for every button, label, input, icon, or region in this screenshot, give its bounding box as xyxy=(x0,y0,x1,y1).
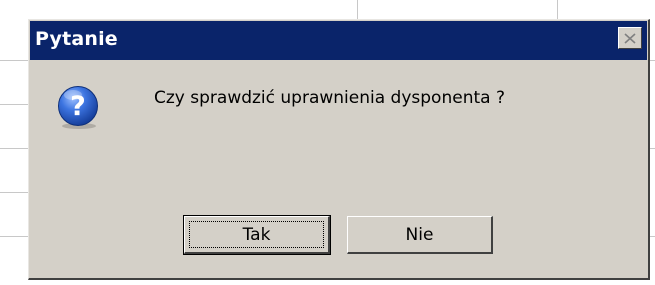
question-dialog: Pytanie ? Czy sprawdzić uprawnienia dysp… xyxy=(28,19,650,280)
no-button-label: Nie xyxy=(405,224,434,245)
dialog-message: Czy sprawdzić uprawnienia dysponenta ? xyxy=(154,88,505,108)
question-icon: ? xyxy=(58,86,98,129)
grid-line xyxy=(0,236,28,237)
grid-line xyxy=(650,60,655,61)
grid-line xyxy=(0,104,28,105)
grid-line xyxy=(650,148,655,149)
grid-line xyxy=(0,192,28,193)
grid-line xyxy=(557,0,558,19)
yes-button-label: Tak xyxy=(242,224,271,245)
grid-line xyxy=(0,60,28,61)
close-icon xyxy=(624,32,636,44)
no-button[interactable]: Nie xyxy=(347,216,493,254)
dialog-title: Pytanie xyxy=(35,28,118,50)
dialog-titlebar[interactable]: Pytanie xyxy=(30,21,647,60)
grid-line xyxy=(0,148,28,149)
svg-text:?: ? xyxy=(70,91,86,122)
grid-line xyxy=(650,236,655,237)
yes-button[interactable]: Tak xyxy=(183,215,331,255)
grid-line xyxy=(357,0,358,19)
close-button[interactable] xyxy=(618,27,642,49)
